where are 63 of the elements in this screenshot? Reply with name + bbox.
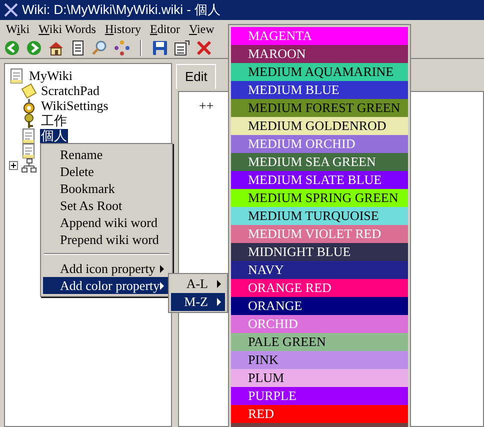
submenu-arrow-icon [217,298,221,306]
color-menu-item[interactable]: MEDIUM TURQUOISE [231,207,408,225]
menu-item[interactable]: History [104,20,141,38]
menu-item[interactable]: Bookmark [43,180,170,197]
color-menu-item[interactable]: MAROON [231,45,408,63]
tree-item[interactable]: 個人 [40,128,68,142]
gears-icon [21,98,37,114]
color-menu-item[interactable]: PINK [231,351,408,369]
home-icon[interactable] [48,40,64,56]
menu-item[interactable]: Add icon property [43,260,170,277]
tree-item[interactable]: 工作 [40,114,68,128]
color-menu-item[interactable]: NAVY [231,261,408,279]
submenu-arrow-icon [160,264,164,272]
edit-tab[interactable]: Edit [176,64,216,88]
color-menu-item[interactable]: MEDIUM SLATE BLUE [231,171,408,189]
tree-item[interactable]: WikiSettings [40,98,110,112]
menu-item[interactable]: A-L [171,275,225,293]
color-menu-item[interactable]: MEDIUM GOLDENROD [231,117,408,135]
color-menu-item[interactable]: PALE GREEN [231,333,408,351]
menu-item[interactable]: Wiki [6,20,30,38]
color-menu-item[interactable]: MEDIUM SPRING GREEN [231,189,408,207]
color-menu-item[interactable]: MEDIUM SEA GREEN [231,153,408,171]
menu-item[interactable]: Delete [43,163,170,180]
network-icon [21,158,37,174]
menu-item[interactable]: Wiki Words [38,20,96,38]
properties-icon[interactable] [174,40,190,56]
editor-text: ++ [199,98,214,112]
color-menu-item[interactable]: MEDIUM FOREST GREEN [231,99,408,117]
color-menu-item[interactable]: MEDIUM ORCHID [231,135,408,153]
color-menu-item[interactable]: PLUM [231,369,408,387]
forward-icon[interactable] [26,40,42,56]
page-icon [21,128,37,144]
submenu-arrow-icon [160,282,164,290]
submenu-arrow-icon [217,280,221,288]
color-menu-item[interactable]: MEDIUM BLUE [231,81,408,99]
menu-item[interactable]: M-Z [171,293,225,311]
menu-item[interactable]: Add color property [43,277,170,294]
menu-item[interactable]: Prepend wiki word [43,231,170,248]
page-icon [21,142,37,158]
delete-icon[interactable] [196,40,212,56]
color-menu-item[interactable]: PURPLE [231,387,408,405]
menu-item[interactable]: View [189,20,214,38]
color-menu-item[interactable]: RED [231,405,408,423]
color-menu-item[interactable]: ORANGE [231,297,408,315]
menu-item[interactable]: Set As Root [43,197,170,214]
tree-item[interactable]: ScratchPad [40,84,100,98]
menu-item[interactable]: Rename [43,146,170,163]
color-menu-item[interactable]: MEDIUM AQUAMARINE [231,63,408,81]
menu-item[interactable]: Append wiki word [43,214,170,231]
color-menu-item[interactable]: MIDNIGHT BLUE [231,243,408,261]
color-menu-item[interactable]: ORANGE RED [231,279,408,297]
window-title: Wiki: D:\MyWiki\MyWiki.wiki - 個人 [22,1,221,20]
page-icon [9,68,25,84]
app-icon [4,3,18,17]
menu-item[interactable]: Editor [150,20,180,38]
sync-icon[interactable] [114,40,130,56]
back-icon[interactable] [4,40,20,56]
note-icon [21,82,37,98]
save-icon[interactable] [152,40,168,56]
search-icon[interactable] [92,40,108,56]
page-icon[interactable] [70,40,86,56]
expand-toggle[interactable] [9,161,18,170]
tree-item[interactable]: MyWiki [28,68,74,82]
